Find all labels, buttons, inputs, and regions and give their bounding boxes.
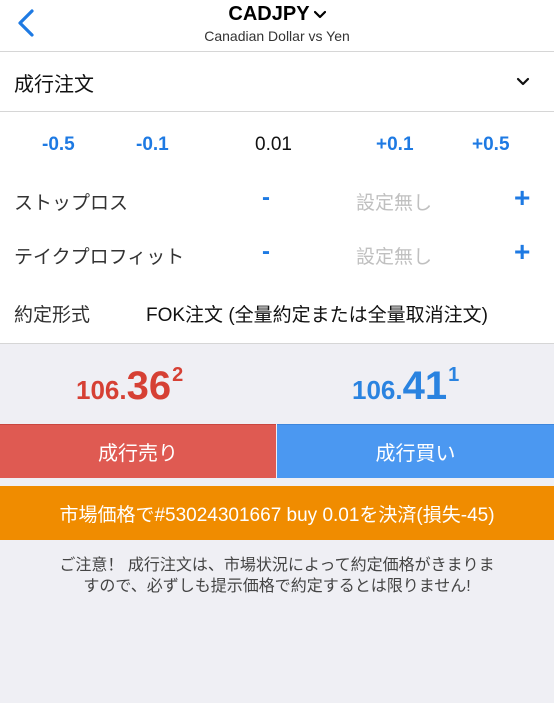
volume-decrease-large-button[interactable]: -0.5 bbox=[42, 134, 75, 156]
volume-value[interactable]: 0.01 bbox=[255, 134, 292, 156]
stop-loss-label: ストップロス bbox=[14, 193, 129, 214]
buy-price-fraction: 1 bbox=[448, 364, 460, 386]
order-type-select[interactable]: 成行注文 bbox=[0, 52, 554, 112]
order-screen: CADJPY Canadian Dollar vs Yen 成行注文 -0.5 … bbox=[0, 0, 554, 703]
notice-line-2: すので、必ずしも提示価格で約定するとは限りません! bbox=[83, 578, 471, 595]
stop-loss-minus-button[interactable]: - bbox=[262, 184, 270, 212]
sell-price-prefix: 106. bbox=[76, 375, 127, 405]
take-profit-input[interactable]: 設定無し bbox=[356, 242, 432, 269]
close-position-button[interactable]: 市場価格で#53024301667 buy 0.01を決済(損失-45) bbox=[0, 486, 554, 540]
market-buy-button[interactable]: 成行買い bbox=[277, 424, 554, 478]
order-type-value: 成行注文 bbox=[14, 74, 94, 96]
volume-increase-small-button[interactable]: +0.1 bbox=[376, 134, 414, 156]
take-profit-plus-button[interactable]: + bbox=[514, 236, 530, 268]
stop-loss-input[interactable]: 設定無し bbox=[356, 188, 432, 215]
symbol-subtitle: Canadian Dollar vs Yen bbox=[204, 28, 350, 44]
buy-price-pips: 41 bbox=[402, 364, 448, 408]
chevron-down-icon bbox=[516, 74, 530, 92]
sell-price-fraction: 2 bbox=[172, 364, 184, 386]
symbol-selector[interactable]: CADJPY bbox=[228, 3, 326, 26]
order-form: -0.5 -0.1 0.01 +0.1 +0.5 ストップロス - 設定無し +… bbox=[0, 112, 554, 344]
take-profit-label: テイクプロフィット bbox=[14, 247, 185, 268]
buy-price: 106. 41 1 bbox=[352, 364, 459, 409]
symbol-title: CADJPY bbox=[228, 3, 310, 25]
title-block: CADJPY Canadian Dollar vs Yen bbox=[0, 3, 554, 44]
notice-line-1: ご注意！ 成行注文は、市場状況によって約定価格がきまりま bbox=[59, 557, 495, 574]
fill-policy-value[interactable]: FOK注文 (全量約定または全量取消注文) bbox=[146, 300, 488, 327]
volume-increase-large-button[interactable]: +0.5 bbox=[472, 134, 510, 156]
nav-header: CADJPY Canadian Dollar vs Yen bbox=[0, 0, 554, 52]
volume-decrease-small-button[interactable]: -0.1 bbox=[136, 134, 169, 156]
fill-policy-label: 約定形式 bbox=[14, 305, 91, 326]
market-sell-button[interactable]: 成行売り bbox=[0, 424, 276, 478]
sell-price-pips: 36 bbox=[126, 364, 172, 408]
sell-price: 106. 36 2 bbox=[76, 364, 183, 409]
take-profit-minus-button[interactable]: - bbox=[262, 238, 270, 266]
chevron-down-icon bbox=[313, 3, 326, 26]
stop-loss-plus-button[interactable]: + bbox=[514, 182, 530, 214]
price-display: 106. 36 2 106. 41 1 bbox=[0, 344, 554, 424]
buy-price-prefix: 106. bbox=[352, 375, 403, 405]
market-order-notice: ご注意！ 成行注文は、市場状況によって約定価格がきまりま すので、必ずしも提示価… bbox=[20, 555, 534, 597]
